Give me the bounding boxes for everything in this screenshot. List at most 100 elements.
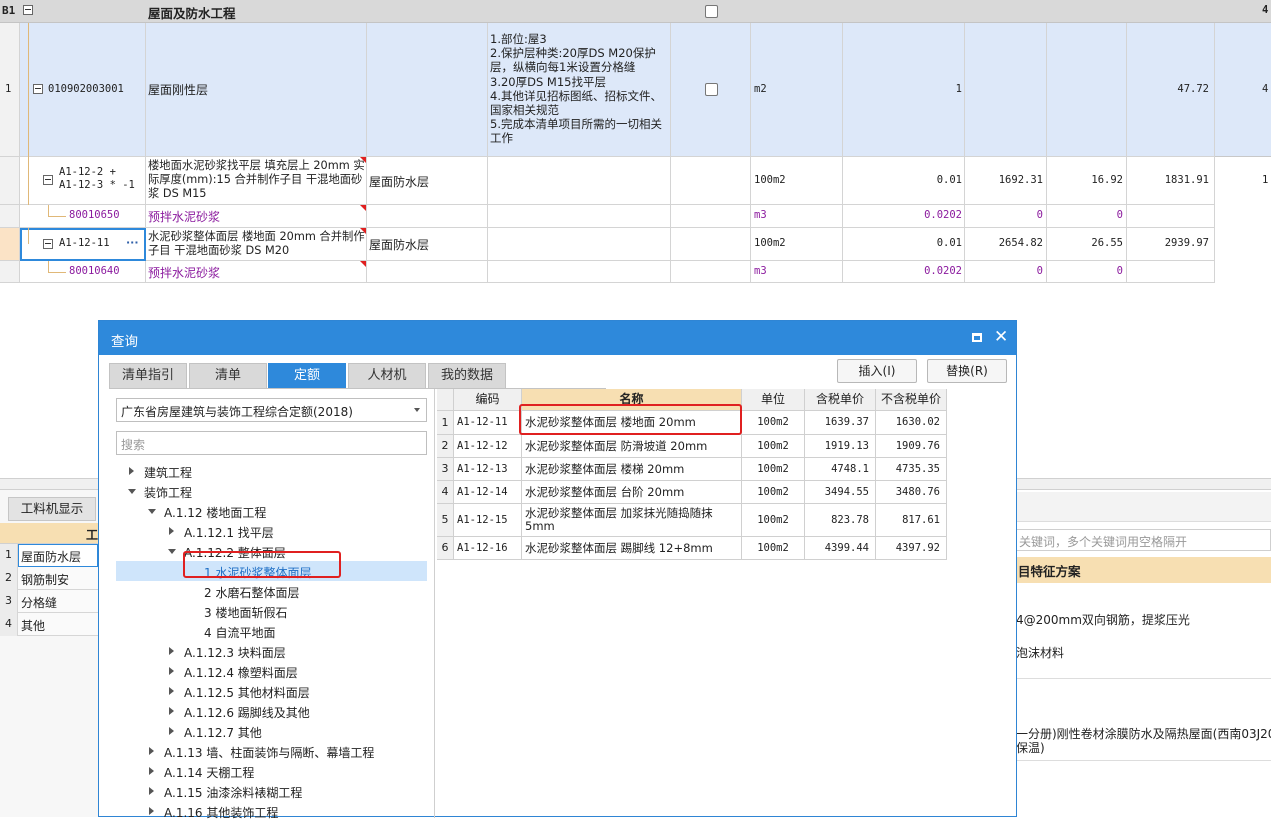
quota-qty: 0.01 xyxy=(936,174,962,186)
tree-item[interactable]: A.1.13 墙、柱面装饰与隔断、幕墙工程 xyxy=(116,741,427,761)
grid-cell-code: A1-12-12 xyxy=(454,435,522,458)
collapse-toggle[interactable] xyxy=(23,5,33,15)
feature-scheme-header: 目特征方案 xyxy=(1016,557,1271,583)
tree-item[interactable]: A.1.12.5 其他材料面层 xyxy=(116,681,427,701)
tab-mydata[interactable]: 我的数据 xyxy=(428,363,506,389)
tab-quota[interactable]: 定额 xyxy=(268,363,346,389)
table-row[interactable]: 80010640 预拌水泥砂浆 m3 0.0202 0 0 xyxy=(0,261,1271,283)
list-item[interactable]: 3 分格缝 xyxy=(0,590,98,613)
chevron-right-icon[interactable] xyxy=(149,767,154,775)
note-marker xyxy=(360,157,366,163)
tree-item-label: A.1.12.4 橡塑料面层 xyxy=(184,666,298,680)
tree-item[interactable]: A.1.12.4 橡塑料面层 xyxy=(116,661,427,681)
close-icon[interactable]: ✕ xyxy=(994,327,1008,347)
chevron-right-icon[interactable] xyxy=(169,707,174,715)
list-item[interactable]: 4 其他 xyxy=(0,613,98,636)
tree-item-label: 2 水磨石整体面层 xyxy=(204,586,300,600)
tab-material[interactable]: 人材机 xyxy=(348,363,426,389)
grid-cell-num: 1 xyxy=(437,411,454,435)
chevron-down-icon[interactable] xyxy=(148,509,156,514)
insert-button[interactable]: 插入(I) xyxy=(837,359,917,383)
chevron-down-icon[interactable] xyxy=(128,489,136,494)
chevron-right-icon[interactable] xyxy=(169,647,174,655)
chevron-right-icon[interactable] xyxy=(149,787,154,795)
grid-cell-code: A1-12-11 xyxy=(454,411,522,435)
list-item[interactable]: 2 钢筋制安 xyxy=(0,567,98,590)
tree-item[interactable]: A.1.16 其他装饰工程 xyxy=(116,801,427,821)
material-name: 预拌水泥砂浆 xyxy=(148,210,221,224)
tree-item[interactable]: 2 水磨石整体面层 xyxy=(116,581,427,601)
tree-item[interactable]: A.1.12.1 找平层 xyxy=(116,521,427,541)
tree-item-label: A.1.12.5 其他材料面层 xyxy=(184,686,310,700)
item-price: 47.72 xyxy=(1177,83,1209,95)
grid-cell-notax: 1630.02 xyxy=(876,411,947,435)
selected-cell[interactable] xyxy=(18,544,98,567)
dialog-titlebar[interactable]: 查询 ✕ xyxy=(99,321,1016,355)
tree-item[interactable]: A.1.12.3 块料面层 xyxy=(116,641,427,661)
grid-cell-name: 水泥砂浆整体面层 防滑坡道 20mm xyxy=(522,435,742,458)
chevron-right-icon[interactable] xyxy=(149,807,154,815)
table-row[interactable]: 80010650 预拌水泥砂浆 m3 0.0202 0 0 xyxy=(0,205,1271,228)
section-name: 屋面及防水工程 xyxy=(148,6,236,21)
grid-cell-name: 水泥砂浆整体面层 楼梯 20mm xyxy=(522,458,742,481)
quota-price-2: 16.92 xyxy=(1091,174,1123,186)
tree-item[interactable]: A.1.12 楼地面工程 xyxy=(116,501,427,521)
tab-guide[interactable]: 清单指引 xyxy=(109,363,187,389)
column-header-num[interactable] xyxy=(437,389,454,411)
replace-button[interactable]: 替换(R) xyxy=(927,359,1007,383)
norm-select[interactable]: 广东省房屋建筑与装饰工程综合定额(2018) xyxy=(116,398,427,422)
chevron-right-icon[interactable] xyxy=(169,687,174,695)
chevron-right-icon[interactable] xyxy=(169,527,174,535)
quota-name: 楼地面水泥砂浆找平层 填充层上 20mm 实际厚度(mm):15 合并制作子目 … xyxy=(148,159,365,200)
column-header-notax[interactable]: 不含税单价 xyxy=(876,389,947,411)
tree-item[interactable]: 4 自流平地面 xyxy=(116,621,427,641)
item-code: 010902003001 xyxy=(48,83,124,95)
tree-item-label: 装饰工程 xyxy=(144,486,193,500)
row-num: 1 xyxy=(5,83,12,95)
row-checkbox[interactable] xyxy=(705,83,718,96)
chevron-right-icon[interactable] xyxy=(169,667,174,675)
tree-line xyxy=(48,261,49,272)
tree-search-input[interactable]: 搜索 xyxy=(116,431,427,455)
column-header-unit[interactable]: 单位 xyxy=(742,389,805,411)
maximize-icon[interactable] xyxy=(972,333,982,342)
keyword-search-input[interactable]: 关键词，多个关键词用空格隔开 xyxy=(1016,529,1271,551)
column-header-tax[interactable]: 含税单价 xyxy=(805,389,876,411)
tree-item[interactable]: 装饰工程 xyxy=(116,481,427,501)
chevron-right-icon[interactable] xyxy=(129,467,134,475)
tree-item[interactable]: A.1.12.6 踢脚线及其他 xyxy=(116,701,427,721)
expand-toggle[interactable] xyxy=(33,84,43,94)
more-button[interactable]: ··· xyxy=(126,236,139,249)
quota-price-1: 1692.31 xyxy=(998,174,1043,186)
list-item[interactable]: 1 屋面防水层 xyxy=(0,544,98,567)
quota-qty: 0.01 xyxy=(936,237,962,249)
tree-line xyxy=(48,216,66,217)
tree-item[interactable]: 3 楼地面斩假石 xyxy=(116,601,427,621)
table-row[interactable]: 1 010902003001 屋面刚性层 1.部位:屋3 2.保护层种类:20厚… xyxy=(0,23,1271,157)
table-row[interactable]: A1-12-2 + A1-12-3 * -1 楼地面水泥砂浆找平层 填充层上 2… xyxy=(0,157,1271,205)
tree-item-label: A.1.12.6 踢脚线及其他 xyxy=(184,706,310,720)
tab-labor-material[interactable]: 工料机显示 xyxy=(8,497,96,521)
quota-spec: 屋面防水层 xyxy=(369,238,430,252)
chevron-right-icon[interactable] xyxy=(149,747,154,755)
tree-item[interactable]: A.1.15 油漆涂料裱糊工程 xyxy=(116,781,427,801)
section-row: B1 屋面及防水工程 4 xyxy=(0,0,1271,23)
tree-item-label: A.1.15 油漆涂料裱糊工程 xyxy=(164,786,303,800)
scheme-line-4: 保温) xyxy=(1016,741,1045,755)
tree-item[interactable]: A.1.14 天棚工程 xyxy=(116,761,427,781)
tab-bill[interactable]: 清单 xyxy=(189,363,267,389)
expand-toggle[interactable] xyxy=(43,239,53,249)
note-marker xyxy=(360,261,366,267)
section-checkbox[interactable] xyxy=(705,5,718,18)
chevron-down-icon[interactable] xyxy=(168,549,176,554)
table-row[interactable]: A1-12-11 ··· 水泥砂浆整体面层 楼地面 20mm 合并制作子目 干混… xyxy=(0,228,1271,261)
tree-item[interactable]: A.1.12.7 其他 xyxy=(116,721,427,741)
grid-cell-name: 水泥砂浆整体面层 台阶 20mm xyxy=(522,481,742,504)
column-header-code[interactable]: 编码 xyxy=(454,389,522,411)
expand-toggle[interactable] xyxy=(43,175,53,185)
chevron-right-icon[interactable] xyxy=(169,727,174,735)
dialog-title: 查询 xyxy=(111,334,138,350)
section-right-value: 4 xyxy=(1262,4,1269,16)
scheme-divider xyxy=(1016,678,1271,679)
tree-item[interactable]: 建筑工程 xyxy=(116,461,427,481)
